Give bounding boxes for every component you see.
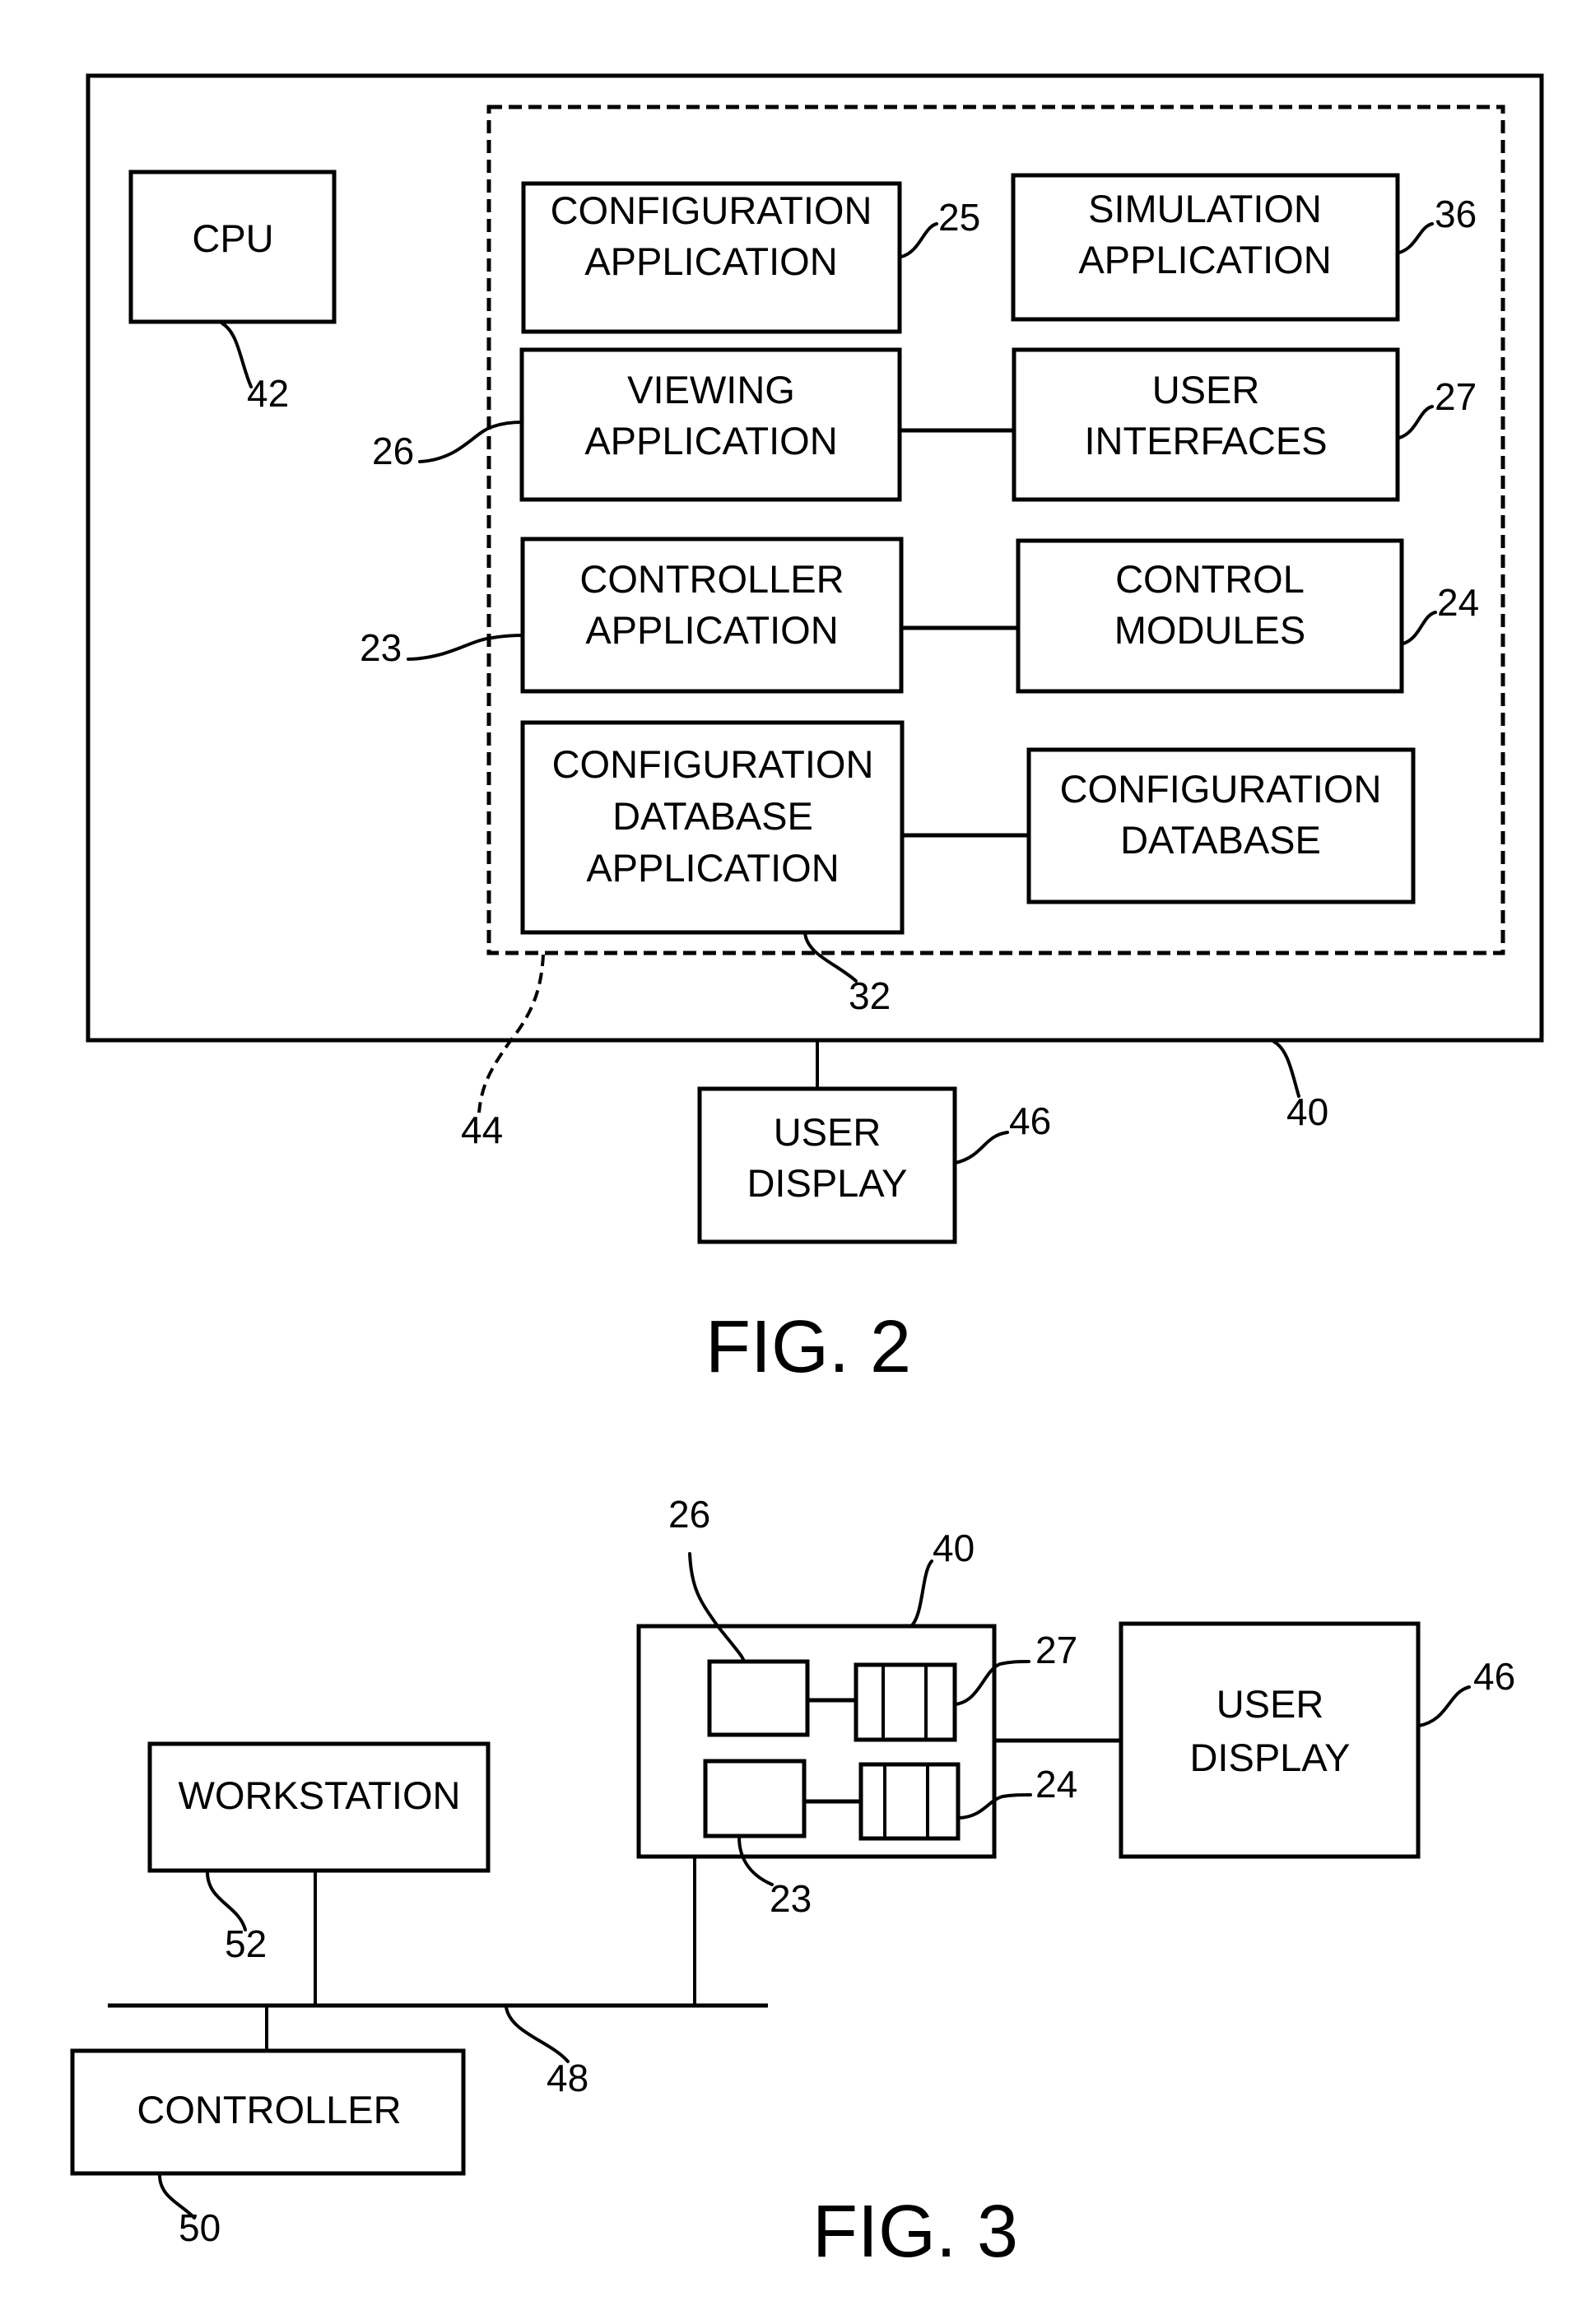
block-text-line: APPLICATION: [586, 846, 839, 890]
simulation-application-block: SIMULATION APPLICATION: [1011, 173, 1400, 322]
ref-label-23: 23: [360, 626, 402, 669]
block-text-line: SIMULATION: [1088, 187, 1322, 230]
block-text-line: APPLICATION: [584, 419, 837, 462]
ref-label-23: 23: [770, 1877, 812, 1920]
ref-label-48: 48: [547, 2057, 588, 2099]
block-text-line: CONFIGURATION: [1060, 767, 1382, 811]
control-modules-stack: [858, 1762, 961, 1841]
block-text-line: DISPLAY: [1189, 1736, 1350, 1779]
user-interfaces-block: USER INTERFACES: [1012, 347, 1400, 502]
leader-48: [505, 2006, 570, 2063]
viewing-application-box: [707, 1659, 810, 1737]
cpu-label: CPU: [192, 216, 273, 260]
workstation-block: WORKSTATION: [147, 1741, 491, 1873]
ref-label-36: 36: [1435, 193, 1477, 235]
block-text-line: WORKSTATION: [179, 1773, 461, 1817]
figure-3: 26 40 27 24 23 USER DISPLAY 46 48 WORKST…: [70, 1493, 1515, 2273]
block-text-line: DISPLAY: [747, 1161, 907, 1205]
configuration-database-application-block: CONFIGURATION DATABASE APPLICATION: [520, 720, 905, 935]
block-text-line: APPLICATION: [1078, 238, 1331, 281]
ref-label-25: 25: [938, 196, 980, 239]
figure-3-caption: FIG. 3: [812, 2191, 1018, 2273]
block-text-line: USER: [774, 1110, 882, 1154]
ref-label-44: 44: [461, 1109, 503, 1151]
leader-40: [1272, 1040, 1300, 1098]
block-text-line: CONFIGURATION: [552, 742, 874, 786]
block-text-line: CONTROL: [1115, 557, 1305, 601]
viewing-application-block: VIEWING APPLICATION: [519, 347, 902, 502]
ref-label-24: 24: [1437, 581, 1479, 624]
configuration-database-block: CONFIGURATION DATABASE: [1026, 747, 1416, 904]
block-text-line: DATABASE: [612, 794, 813, 838]
figure-2: CPU 42 CONFIGURATION APPLICATION 25 SIMU…: [86, 73, 1544, 1388]
ref-label-40: 40: [1286, 1090, 1328, 1133]
leader-52: [206, 1871, 247, 1931]
figure-2-caption: FIG. 2: [705, 1306, 911, 1388]
control-modules-block: CONTROL MODULES: [1016, 538, 1404, 694]
block-text-line: CONFIGURATION: [551, 188, 872, 232]
leader-40: [910, 1559, 933, 1627]
ref-label-27: 27: [1035, 1629, 1077, 1671]
block-text-line: INTERFACES: [1084, 419, 1327, 462]
patent-drawing-sheet: CPU 42 CONFIGURATION APPLICATION 25 SIMU…: [70, 73, 1544, 2273]
cpu-block: CPU: [128, 170, 337, 324]
block-text-line: CONTROLLER: [137, 2088, 401, 2131]
controller-block: CONTROLLER: [70, 2048, 466, 2176]
ref-label-26: 26: [372, 430, 414, 472]
block-text-line: VIEWING: [627, 368, 795, 411]
user-display-block: USER DISPLAY: [697, 1086, 957, 1244]
leader-46: [1417, 1685, 1471, 1727]
ref-label-46: 46: [1473, 1655, 1515, 1698]
ref-label-40: 40: [933, 1527, 975, 1569]
ref-label-26: 26: [668, 1493, 710, 1536]
ref-label-27: 27: [1435, 375, 1477, 418]
block-text-line: APPLICATION: [585, 608, 838, 652]
block-text-line: CONTROLLER: [579, 557, 844, 601]
controller-application-box: [703, 1759, 807, 1838]
configuration-application-block: CONFIGURATION APPLICATION: [521, 181, 902, 334]
user-interfaces-stack: [854, 1662, 957, 1742]
ref-label-52: 52: [225, 1922, 267, 1965]
block-text-line: APPLICATION: [584, 239, 837, 283]
ref-label-46: 46: [1009, 1099, 1051, 1142]
block-text-line: DATABASE: [1120, 818, 1321, 862]
block-text-line: MODULES: [1114, 608, 1305, 652]
block-text-line: USER: [1152, 368, 1260, 411]
ref-label-50: 50: [179, 2206, 221, 2249]
ref-label-24: 24: [1035, 1763, 1077, 1806]
block-text-line: USER: [1216, 1682, 1324, 1726]
ref-label-32: 32: [849, 974, 891, 1017]
leader-46: [954, 1131, 1009, 1164]
controller-application-block: CONTROLLER APPLICATION: [520, 537, 904, 694]
user-display-block: USER DISPLAY: [1119, 1621, 1421, 1859]
ref-label-42: 42: [247, 372, 289, 415]
